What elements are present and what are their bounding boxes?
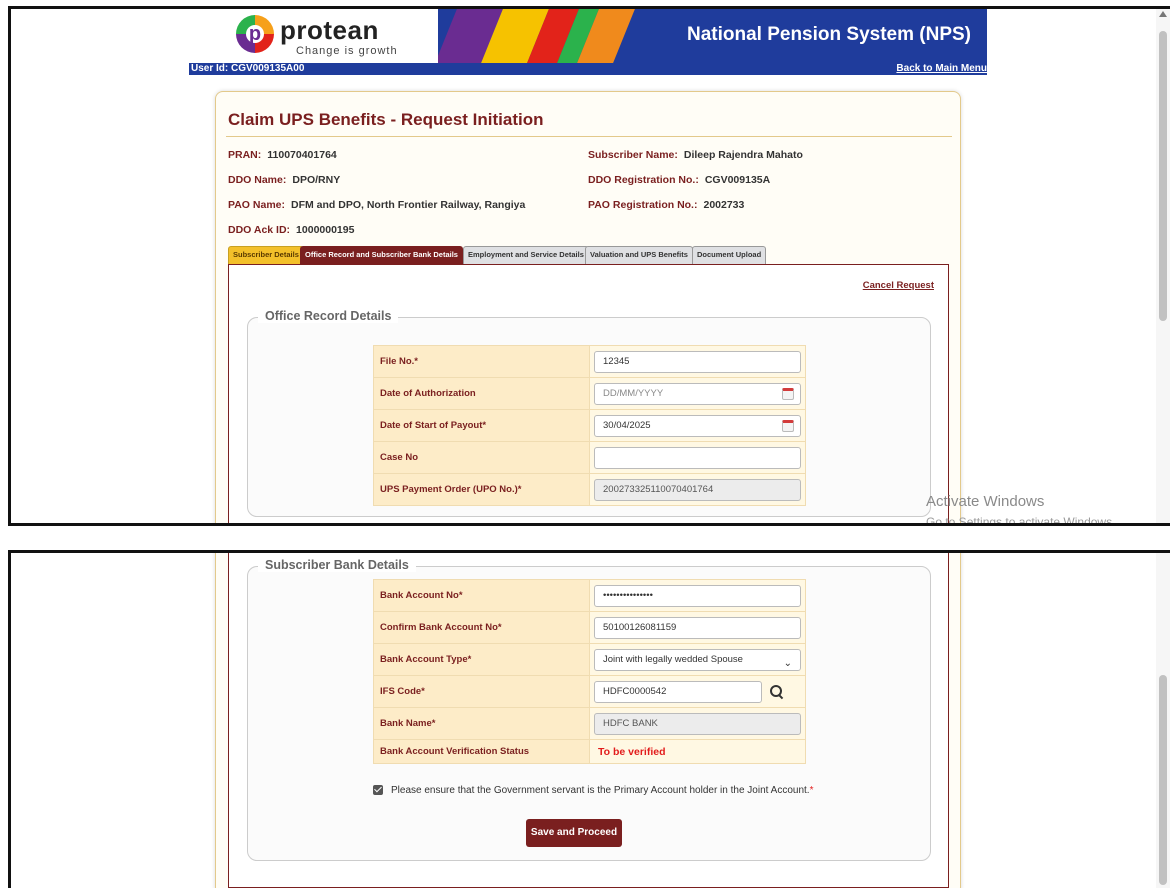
- protean-logo: p protean Change is growth: [196, 9, 438, 63]
- top-screenshot-panel: p protean Change is growth National Pens…: [8, 6, 1170, 526]
- required-mark: *: [809, 785, 814, 796]
- date-of-authorization-label: Date of Authorization: [373, 377, 590, 410]
- scrollbar-thumb[interactable]: [1159, 675, 1167, 885]
- bank-account-no-label: Bank Account No*: [373, 579, 590, 612]
- user-bar: User Id: CGV009135A00 Back to Main Menu: [189, 63, 987, 75]
- date-of-start-of-payout-input[interactable]: 30/04/2025: [594, 414, 801, 437]
- bank-account-type-label: Bank Account Type*: [373, 643, 590, 676]
- pran-info: PRAN: 110070401764: [228, 149, 337, 161]
- pao-registration-info: PAO Registration No.: 2002733: [588, 199, 745, 211]
- table-row: File No.* 12345: [373, 345, 806, 378]
- claim-card: Claim UPS Benefits - Request Initiation …: [215, 91, 961, 523]
- ddo-registration-value: CGV009135A: [704, 174, 771, 186]
- verification-status-value: To be verified: [598, 745, 666, 758]
- title-divider: [226, 136, 952, 137]
- table-row: Bank Account Verification Status To be v…: [373, 739, 806, 764]
- table-row: Bank Name* HDFC BANK: [373, 707, 806, 740]
- date-of-start-of-payout-label: Date of Start of Payout*: [373, 409, 590, 442]
- table-row: Bank Account Type* Joint with legally we…: [373, 643, 806, 676]
- pran-value: 110070401764: [267, 149, 337, 161]
- ddo-ack-info: DDO Ack ID: 1000000195: [228, 224, 355, 236]
- pao-name-value: DFM and DPO, North Frontier Railway, Ran…: [291, 199, 526, 211]
- table-row: Date of Start of Payout* 30/04/2025: [373, 409, 806, 442]
- upo-no-label: UPS Payment Order (UPO No.)*: [373, 473, 590, 506]
- subscriber-name-value: Dileep Rajendra Mahato: [683, 149, 803, 161]
- office-record-fieldset: Office Record Details File No.* 12345 Da…: [247, 309, 931, 517]
- subscriber-bank-legend: Subscriber Bank Details: [258, 558, 416, 572]
- bank-details-table: Bank Account No* ••••••••••••••• Confirm…: [373, 579, 806, 764]
- ifs-code-input[interactable]: HDFC0000542: [594, 680, 762, 703]
- windows-activation-watermark: Activate Windows: [926, 493, 1045, 510]
- system-title: National Pension System (NPS): [686, 24, 971, 45]
- save-and-proceed-button[interactable]: Save and Proceed: [526, 819, 622, 847]
- tab-document-upload[interactable]: Document Upload: [692, 246, 767, 264]
- ifs-code-label: IFS Code*: [373, 675, 590, 708]
- cancel-request-link[interactable]: Cancel Request: [863, 280, 934, 291]
- table-row: UPS Payment Order (UPO No.)* 20027332511…: [373, 473, 806, 506]
- bank-account-type-select[interactable]: Joint with legally wedded Spouse ⌄: [594, 648, 801, 671]
- bank-account-no-input[interactable]: •••••••••••••••: [594, 584, 801, 607]
- ddo-ack-value: 1000000195: [296, 224, 355, 236]
- table-row: Date of Authorization DD/MM/YYYY: [373, 377, 806, 410]
- windows-activation-hint: Go to Settings to activate Windows.: [926, 515, 1116, 526]
- scroll-up-arrow-icon[interactable]: [1159, 11, 1167, 17]
- case-no-input[interactable]: [594, 446, 801, 469]
- joint-account-consent: Please ensure that the Government servan…: [373, 785, 813, 796]
- ddo-name-value: DPO/RNY: [292, 174, 341, 186]
- consent-text: Please ensure that the Government servan…: [391, 785, 810, 796]
- case-no-label: Case No: [373, 441, 590, 474]
- back-to-main-menu-link[interactable]: Back to Main Menu: [896, 63, 987, 75]
- tab-office-record-bank-details[interactable]: Office Record and Subscriber Bank Detail…: [300, 246, 463, 264]
- scrollbar[interactable]: [1156, 9, 1170, 523]
- scrollbar-thumb[interactable]: [1159, 31, 1167, 321]
- table-row: Bank Account No* •••••••••••••••: [373, 579, 806, 612]
- ddo-registration-info: DDO Registration No.: CGV009135A: [588, 174, 771, 186]
- office-record-table: File No.* 12345 Date of Authorization DD…: [373, 345, 806, 506]
- chevron-down-icon: ⌄: [783, 657, 792, 669]
- brand-name: protean: [280, 15, 379, 45]
- verification-status-label: Bank Account Verification Status: [373, 739, 590, 764]
- scrollbar[interactable]: [1156, 553, 1170, 888]
- bottom-screenshot-panel: Subscriber Bank Details Bank Account No*…: [8, 550, 1170, 888]
- site-header: p protean Change is growth National Pens…: [196, 9, 987, 63]
- pao-registration-value: 2002733: [703, 199, 745, 211]
- table-row: Case No: [373, 441, 806, 474]
- bank-name-label: Bank Name*: [373, 707, 590, 740]
- calendar-icon[interactable]: [782, 387, 794, 400]
- search-icon[interactable]: [770, 684, 784, 699]
- upo-no-input: 2002733251100704017​64: [594, 478, 801, 501]
- tab-subscriber-details[interactable]: Subscriber Details: [228, 246, 304, 264]
- tab-valuation-ups-benefits[interactable]: Valuation and UPS Benefits: [585, 246, 693, 264]
- confirm-bank-account-input[interactable]: 50100126081159: [594, 616, 801, 639]
- date-of-authorization-input[interactable]: DD/MM/YYYY: [594, 382, 801, 405]
- subscriber-bank-fieldset: Subscriber Bank Details Bank Account No*…: [247, 558, 931, 861]
- confirm-bank-account-label: Confirm Bank Account No*: [373, 611, 590, 644]
- subscriber-name-info: Subscriber Name: Dileep Rajendra Mahato: [588, 149, 803, 161]
- ddo-name-info: DDO Name: DPO/RNY: [228, 174, 341, 186]
- file-no-label: File No.*: [373, 345, 590, 378]
- office-record-legend: Office Record Details: [258, 309, 399, 323]
- pao-name-info: PAO Name: DFM and DPO, North Frontier Rai…: [228, 199, 526, 211]
- table-row: Confirm Bank Account No* 50100126081159: [373, 611, 806, 644]
- calendar-icon[interactable]: [782, 419, 794, 432]
- brand-tagline: Change is growth: [296, 45, 398, 57]
- table-row: IFS Code* HDFC0000542: [373, 675, 806, 708]
- bank-name-input: HDFC BANK: [594, 712, 801, 735]
- user-id: User Id: CGV009135A00: [191, 63, 305, 74]
- file-no-input[interactable]: 12345: [594, 350, 801, 373]
- tab-content: Cancel Request Office Record Details Fil…: [228, 264, 949, 523]
- page-title: Claim UPS Benefits - Request Initiation: [228, 110, 544, 129]
- consent-checkbox[interactable]: [373, 785, 383, 796]
- tab-employment-service-details[interactable]: Employment and Service Details: [463, 246, 589, 264]
